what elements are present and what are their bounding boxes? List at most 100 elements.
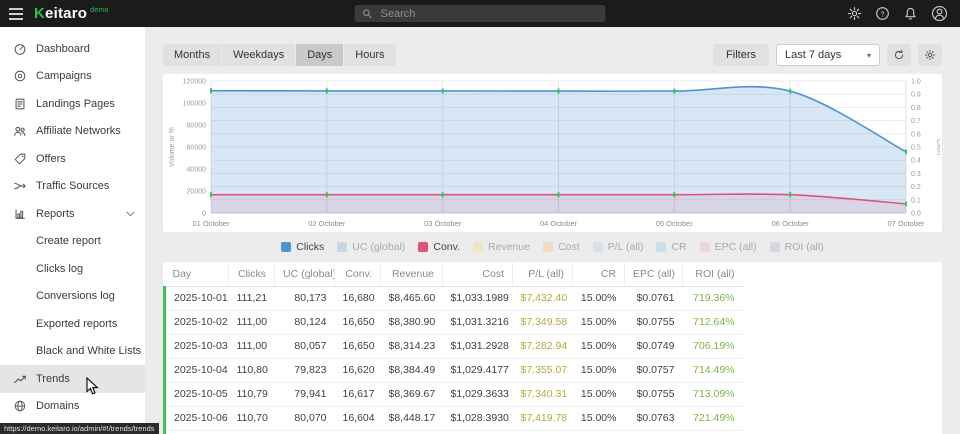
table-row[interactable]: 2025-10-05110,7979,94116,617$8,369.67$1,… [165,382,743,406]
sidebar-item-affiliate-networks[interactable]: Affiliate Networks [0,118,145,146]
sidebar-item-exported-reports[interactable]: Exported reports [0,310,145,338]
toolbar-actions: Filters Last 7 days ▾ [713,44,942,66]
legend-cost[interactable]: Cost [543,241,580,253]
cell-revenue: $8,465.60 [381,286,443,310]
table-row[interactable]: 2025-10-01111,2180,17316,680$8,465.60$1,… [165,286,743,310]
svg-text:80000: 80000 [187,123,207,130]
sidebar-item-label: Conversions log [36,290,115,302]
sidebar-item-label: Exported reports [36,318,117,330]
legend-uc-global[interactable]: UC (global) [337,241,405,253]
column-header-roi-all[interactable]: ROI (all) [683,262,743,286]
legend-cr[interactable]: CR [656,241,686,253]
sidebar-item-clicks-log[interactable]: Clicks log [0,255,145,283]
trends-chart-panel: 0.00.10.20.30.40.50.60.70.80.91.001 Octo… [163,74,942,232]
sidebar-item-domains[interactable]: Domains [0,393,145,421]
cell-epc: $0.0755 [625,382,683,406]
legend-revenue[interactable]: Revenue [473,241,530,253]
cell-revenue: $8,384.49 [381,358,443,382]
table-row[interactable]: 2025-10-06110,7080,07016,604$8,448.17$1,… [165,406,743,430]
legend-epc-all[interactable]: EPC (all) [700,241,757,253]
bell-icon[interactable] [903,6,918,21]
column-header-revenue[interactable]: Revenue [381,262,443,286]
cell-epc: $0.0761 [625,286,683,310]
legend-swatch [770,242,780,252]
svg-text:0.9: 0.9 [911,92,921,99]
cell-pl: $7,282.94 [513,334,573,358]
column-header-uc-global[interactable]: UC (global) [275,262,335,286]
column-header-conv[interactable]: Conv. [335,262,381,286]
chart-settings-button[interactable] [918,44,942,66]
tab-hours[interactable]: Hours [344,44,395,66]
svg-text:03 October: 03 October [424,219,462,228]
sidebar-item-label: Black and White Lists [36,345,141,357]
svg-text:?: ? [880,9,884,18]
date-range-select[interactable]: Last 7 days ▾ [776,44,880,66]
sidebar-item-landings-pages[interactable]: Landings Pages [0,90,145,118]
sidebar-item-traffic-sources[interactable]: Traffic Sources [0,173,145,201]
cell-epc: $0.0749 [625,334,683,358]
cell-day: 2025-10-03 [165,334,229,358]
help-icon[interactable]: ? [875,6,890,21]
legend-label: ROI (all) [785,241,824,253]
column-header-epc-all[interactable]: EPC (all) [625,262,683,286]
table-row[interactable]: 2025-10-02111,0080,12416,650$8,380.90$1,… [165,310,743,334]
cell-uc: 80,057 [275,334,335,358]
sidebar-item-campaigns[interactable]: Campaigns [0,63,145,91]
tab-months[interactable]: Months [163,44,221,66]
cell-cost: $1,031.3216 [443,310,513,334]
column-header-day[interactable]: Day [165,262,229,286]
legend-conv[interactable]: Conv. [418,241,460,253]
column-header-p-l-all[interactable]: P/L (all) [513,262,573,286]
sidebar-item-reports[interactable]: Reports [0,200,145,228]
tab-days[interactable]: Days [296,44,343,66]
cell-clicks: 110,70 [229,406,275,430]
cell-day: 2025-10-01 [165,286,229,310]
table-row[interactable]: 2025-10-0755,6540,0628,302$4,230.11$514.… [165,430,743,434]
cell-roi: 721.49% [683,406,743,430]
domains-icon [13,399,27,413]
cell-cr: 15.00% [573,358,625,382]
sidebar-item-black-and-white-lists[interactable]: Black and White Lists [0,338,145,366]
sidebar-item-conversions-log[interactable]: Conversions log [0,283,145,311]
cell-conv: 16,650 [335,310,381,334]
cell-pl: $7,340.31 [513,382,573,406]
sidebar-item-offers[interactable]: Offers [0,145,145,173]
cell-clicks: 111,00 [229,334,275,358]
sidebar-item-label: Create report [36,235,101,247]
app-logo[interactable]: Keitarodemo [34,5,108,22]
trends-table: DayClicksUC (global)Conv.RevenueCostP/L … [163,262,743,434]
cell-roi: 713.09% [683,382,743,406]
menu-icon[interactable] [0,8,32,20]
legend-label: Clicks [296,241,324,253]
sidebar-item-trends[interactable]: Trends [0,365,145,393]
sidebar-item-label: Trends [36,373,70,385]
legend-p-l-all[interactable]: P/L (all) [593,241,644,253]
column-header-cr[interactable]: CR [573,262,625,286]
search-icon [362,8,373,19]
filters-button[interactable]: Filters [713,44,769,66]
table-row[interactable]: 2025-10-04110,8079,82316,620$8,384.49$1,… [165,358,743,382]
table-row[interactable]: 2025-10-03111,0080,05716,650$8,314.23$1,… [165,334,743,358]
cell-pl: $7,419.78 [513,406,573,430]
column-header-clicks[interactable]: Clicks [229,262,275,286]
cell-roi: 712.64% [683,310,743,334]
cell-cost: $1,031.2928 [443,334,513,358]
search-input[interactable] [379,7,599,21]
cell-uc: 79,941 [275,382,335,406]
sidebar-item-create-report[interactable]: Create report [0,228,145,256]
legend-clicks[interactable]: Clicks [281,241,324,253]
gear-icon[interactable] [847,6,862,21]
tab-weekdays[interactable]: Weekdays [222,44,295,66]
avatar[interactable] [931,5,948,22]
search-bar[interactable] [355,5,606,22]
cell-roi: 714.49% [683,358,743,382]
legend-roi-all[interactable]: ROI (all) [770,241,824,253]
refresh-button[interactable] [887,44,911,66]
campaigns-icon [13,69,27,83]
topbar: Keitarodemo ? [0,0,960,27]
cell-revenue: $8,314.23 [381,334,443,358]
cell-conv: 16,604 [335,406,381,430]
column-header-cost[interactable]: Cost [443,262,513,286]
svg-text:0.2: 0.2 [911,184,921,191]
sidebar-item-dashboard[interactable]: Dashboard [0,35,145,63]
